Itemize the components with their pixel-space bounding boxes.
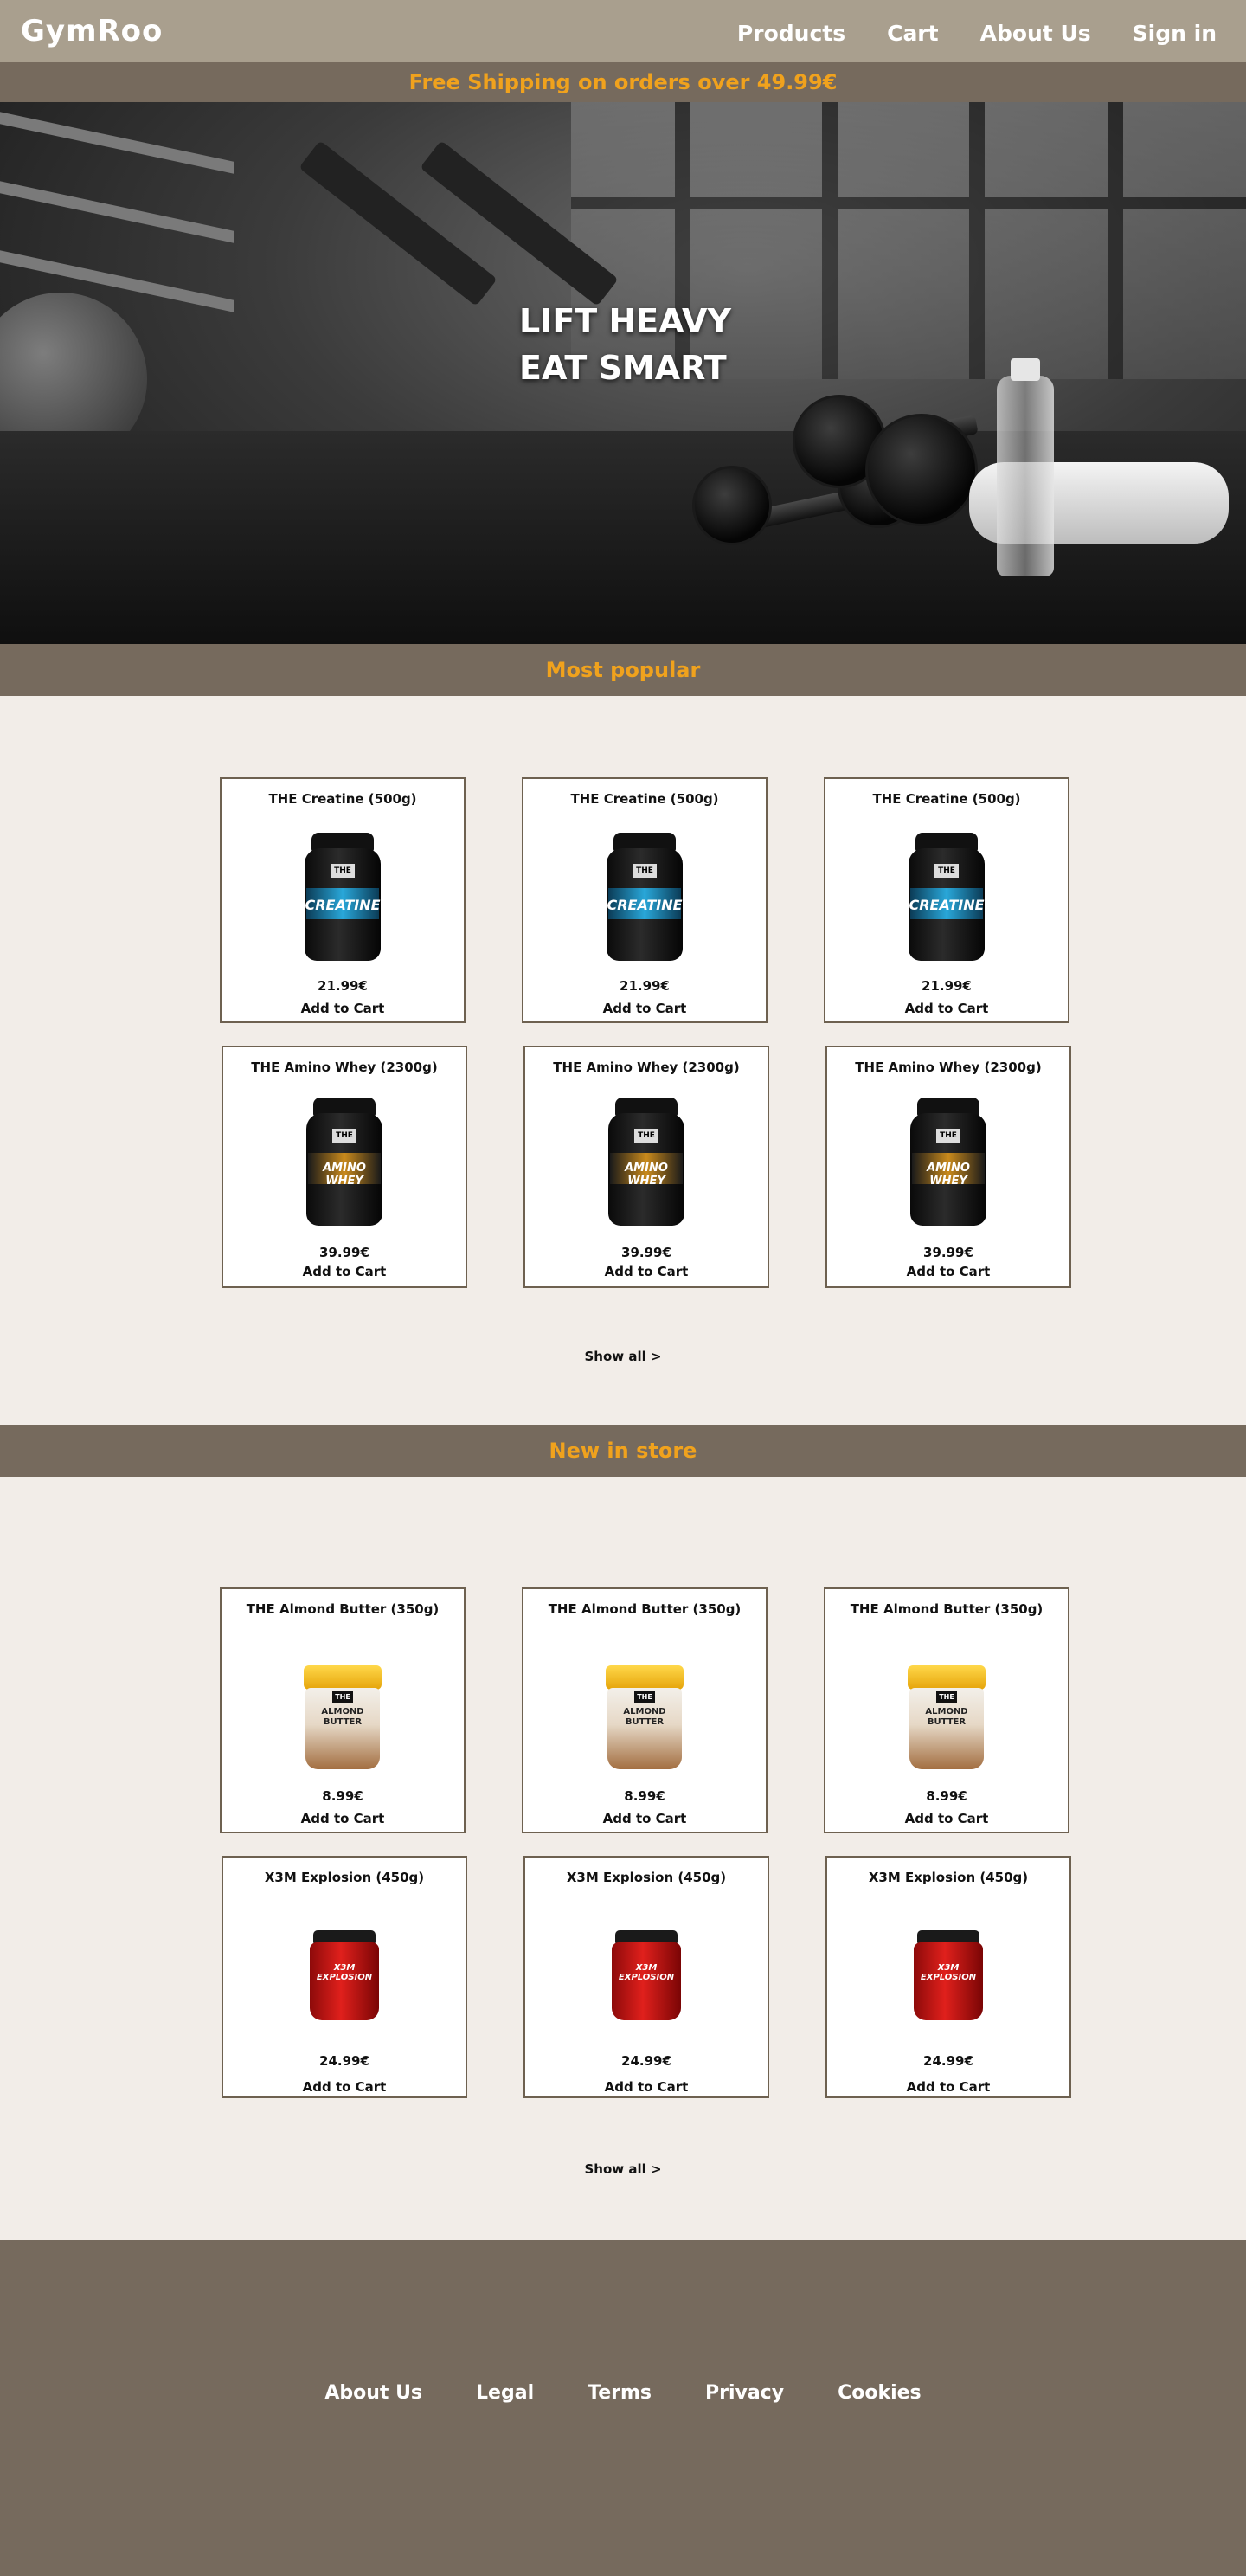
add-to-cart-button[interactable]: Add to Cart <box>223 2079 466 2095</box>
amino-whey-tub-image: THE AMINO WHEY <box>608 1098 684 1226</box>
product-card[interactable]: X3M Explosion (450g) X3M EXPLOSION 24.99… <box>222 1856 467 2098</box>
product-name: X3M Explosion (450g) <box>566 1870 727 1885</box>
show-all-new-link[interactable]: Show all > <box>0 2161 1246 2177</box>
product-card[interactable]: X3M Explosion (450g) X3M EXPLOSION 24.99… <box>825 1856 1071 2098</box>
hero-headline: LIFT HEAVY EAT SMART <box>519 298 731 391</box>
amino-whey-tub-image: THE AMINO WHEY <box>910 1098 986 1226</box>
product-card[interactable]: THE Amino Whey (2300g) THE AMINO WHEY 39… <box>523 1046 769 1288</box>
add-to-cart-button[interactable]: Add to Cart <box>525 1264 768 1279</box>
show-all-popular-link[interactable]: Show all > <box>0 1349 1246 1364</box>
product-price: 39.99€ <box>923 1245 973 1260</box>
footer-legal-link[interactable]: Legal <box>476 2382 534 2404</box>
section-title-most-popular: Most popular <box>0 644 1246 696</box>
nav-cart-link[interactable]: Cart <box>887 21 939 46</box>
nav-products-link[interactable]: Products <box>737 21 845 46</box>
product-card[interactable]: THE Almond Butter (350g) THE ALMOND BUTT… <box>522 1587 768 1833</box>
product-price: 24.99€ <box>621 2053 671 2069</box>
product-name: X3M Explosion (450g) <box>264 1870 425 1885</box>
product-card[interactable]: THE Creatine (500g) THE CREATINE 21.99€ … <box>220 777 466 1023</box>
product-name: THE Amino Whey (2300g) <box>553 1059 740 1075</box>
product-card[interactable]: THE Amino Whey (2300g) THE AMINO WHEY 39… <box>222 1046 467 1288</box>
add-to-cart-button[interactable]: Add to Cart <box>825 1811 1068 1826</box>
footer-privacy-link[interactable]: Privacy <box>705 2382 784 2404</box>
product-name: THE Amino Whey (2300g) <box>251 1059 438 1075</box>
product-name: THE Creatine (500g) <box>570 791 719 807</box>
hero-line-2: EAT SMART <box>519 349 727 387</box>
main-nav: Products Cart About Us Sign in <box>737 21 1217 46</box>
product-card[interactable]: THE Almond Butter (350g) THE ALMOND BUTT… <box>824 1587 1069 1833</box>
add-to-cart-button[interactable]: Add to Cart <box>222 1001 464 1016</box>
water-bottle-decor <box>997 376 1054 576</box>
product-name: THE Creatine (500g) <box>268 791 417 807</box>
add-to-cart-button[interactable]: Add to Cart <box>827 2079 1069 2095</box>
product-card[interactable]: THE Creatine (500g) THE CREATINE 21.99€ … <box>522 777 768 1023</box>
product-name: THE Amino Whey (2300g) <box>855 1059 1042 1075</box>
add-to-cart-button[interactable]: Add to Cart <box>523 1001 766 1016</box>
top-navbar: GymRoo Products Cart About Us Sign in <box>0 0 1246 62</box>
section-title-new-in-store: New in store <box>0 1425 1246 1477</box>
product-name: THE Almond Butter (350g) <box>246 1601 440 1617</box>
x3m-explosion-tub-image: X3M EXPLOSION <box>914 1930 983 2020</box>
product-price: 21.99€ <box>318 978 368 994</box>
nav-signin-link[interactable]: Sign in <box>1133 21 1217 46</box>
x3m-explosion-tub-image: X3M EXPLOSION <box>310 1930 379 2020</box>
almond-butter-jar-image: THE ALMOND BUTTER <box>304 1665 382 1769</box>
logo[interactable]: GymRoo <box>21 14 163 48</box>
product-price: 21.99€ <box>620 978 670 994</box>
product-price: 21.99€ <box>922 978 972 994</box>
creatine-tub-image: THE CREATINE <box>305 833 381 961</box>
footer: About Us Legal Terms Privacy Cookies <box>0 2240 1246 2576</box>
product-price: 8.99€ <box>624 1788 665 1804</box>
add-to-cart-button[interactable]: Add to Cart <box>525 2079 768 2095</box>
almond-butter-jar-image: THE ALMOND BUTTER <box>606 1665 684 1769</box>
product-card[interactable]: THE Creatine (500g) THE CREATINE 21.99€ … <box>824 777 1069 1023</box>
add-to-cart-button[interactable]: Add to Cart <box>222 1811 464 1826</box>
hero-line-1: LIFT HEAVY <box>519 302 731 340</box>
footer-about-link[interactable]: About Us <box>324 2382 422 2404</box>
product-name: THE Almond Butter (350g) <box>850 1601 1044 1617</box>
product-price: 24.99€ <box>923 2053 973 2069</box>
product-price: 24.99€ <box>319 2053 369 2069</box>
product-name: X3M Explosion (450g) <box>868 1870 1029 1885</box>
product-price: 39.99€ <box>319 1245 369 1260</box>
amino-whey-tub-image: THE AMINO WHEY <box>306 1098 382 1226</box>
creatine-tub-image: THE CREATINE <box>607 833 683 961</box>
product-card[interactable]: X3M Explosion (450g) X3M EXPLOSION 24.99… <box>523 1856 769 2098</box>
creatine-tub-image: THE CREATINE <box>909 833 985 961</box>
product-price: 8.99€ <box>926 1788 967 1804</box>
product-card[interactable]: THE Almond Butter (350g) THE ALMOND BUTT… <box>220 1587 466 1833</box>
product-card[interactable]: THE Amino Whey (2300g) THE AMINO WHEY 39… <box>825 1046 1071 1288</box>
add-to-cart-button[interactable]: Add to Cart <box>523 1811 766 1826</box>
free-shipping-banner: Free Shipping on orders over 49.99€ <box>0 62 1246 102</box>
hero-banner: LIFT HEAVY EAT SMART <box>0 102 1246 644</box>
almond-butter-jar-image: THE ALMOND BUTTER <box>908 1665 986 1769</box>
footer-terms-link[interactable]: Terms <box>588 2382 652 2404</box>
product-name: THE Almond Butter (350g) <box>548 1601 742 1617</box>
product-price: 8.99€ <box>322 1788 363 1804</box>
add-to-cart-button[interactable]: Add to Cart <box>223 1264 466 1279</box>
footer-cookies-link[interactable]: Cookies <box>838 2382 922 2404</box>
add-to-cart-button[interactable]: Add to Cart <box>827 1264 1069 1279</box>
nav-about-link[interactable]: About Us <box>980 21 1091 46</box>
x3m-explosion-tub-image: X3M EXPLOSION <box>612 1930 681 2020</box>
add-to-cart-button[interactable]: Add to Cart <box>825 1001 1068 1016</box>
product-name: THE Creatine (500g) <box>872 791 1021 807</box>
footer-links: About Us Legal Terms Privacy Cookies <box>0 2382 1246 2404</box>
product-price: 39.99€ <box>621 1245 671 1260</box>
